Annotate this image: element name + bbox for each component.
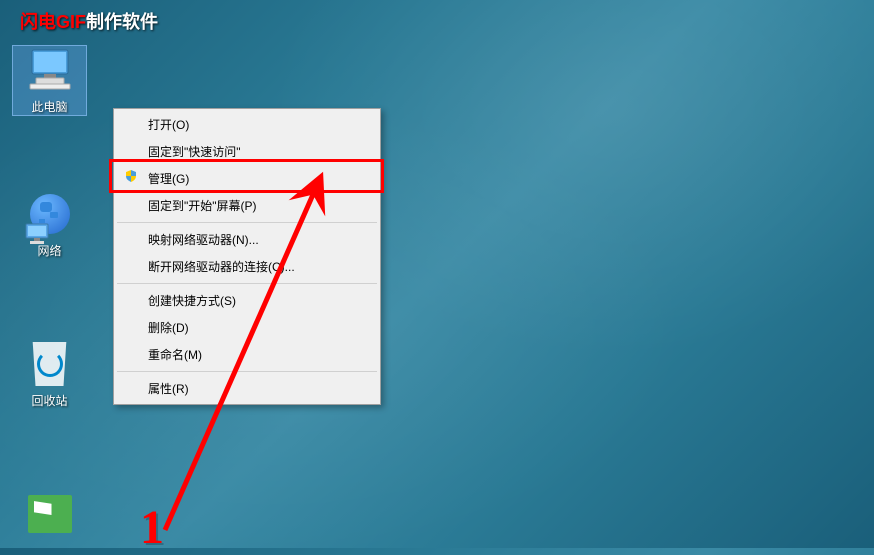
menu-item-disconnect-network-drive[interactable]: 断开网络驱动器的连接(C)... bbox=[116, 253, 378, 280]
desktop-icon-this-pc[interactable]: 此电脑 bbox=[12, 45, 87, 116]
menu-item-manage[interactable]: 管理(G) bbox=[116, 165, 378, 192]
menu-item-label: 创建快捷方式(S) bbox=[148, 294, 236, 308]
computer-icon bbox=[26, 46, 74, 94]
context-menu: 打开(O) 固定到"快速访问" 管理(G) 固定到"开始"屏幕(P) 映射网络驱… bbox=[113, 108, 381, 405]
menu-item-label: 断开网络驱动器的连接(C)... bbox=[148, 260, 295, 274]
menu-item-properties[interactable]: 属性(R) bbox=[116, 375, 378, 402]
menu-item-label: 重命名(M) bbox=[148, 348, 202, 362]
menu-item-label: 固定到"开始"屏幕(P) bbox=[148, 199, 257, 213]
menu-item-rename[interactable]: 重命名(M) bbox=[116, 341, 378, 368]
menu-item-open[interactable]: 打开(O) bbox=[116, 111, 378, 138]
menu-separator bbox=[117, 371, 377, 372]
desktop-icon-label: 此电脑 bbox=[13, 98, 86, 115]
shield-icon bbox=[124, 169, 138, 183]
menu-item-label: 属性(R) bbox=[148, 382, 189, 396]
desktop-icon-app[interactable] bbox=[12, 490, 87, 542]
app-icon bbox=[26, 490, 74, 538]
desktop-icon-network[interactable]: 网络 bbox=[12, 190, 87, 259]
menu-item-pin-start[interactable]: 固定到"开始"屏幕(P) bbox=[116, 192, 378, 219]
menu-separator bbox=[117, 283, 377, 284]
desktop-icon-label: 回收站 bbox=[12, 392, 87, 409]
menu-item-label: 删除(D) bbox=[148, 321, 189, 335]
desktop-icon-recycle-bin[interactable]: 回收站 bbox=[12, 340, 87, 409]
menu-item-label: 固定到"快速访问" bbox=[148, 145, 241, 159]
menu-item-label: 映射网络驱动器(N)... bbox=[148, 233, 259, 247]
menu-item-label: 管理(G) bbox=[148, 172, 189, 186]
menu-item-create-shortcut[interactable]: 创建快捷方式(S) bbox=[116, 287, 378, 314]
watermark-part2: 制作软件 bbox=[86, 12, 158, 32]
menu-item-map-network-drive[interactable]: 映射网络驱动器(N)... bbox=[116, 226, 378, 253]
menu-item-label: 打开(O) bbox=[148, 118, 189, 132]
annotation-step-number: 1 bbox=[140, 500, 164, 555]
menu-item-delete[interactable]: 删除(D) bbox=[116, 314, 378, 341]
menu-item-pin-quick-access[interactable]: 固定到"快速访问" bbox=[116, 138, 378, 165]
menu-separator bbox=[117, 222, 377, 223]
watermark-part1: 闪电GIF bbox=[20, 12, 86, 32]
recycle-bin-icon bbox=[26, 340, 74, 388]
network-icon bbox=[26, 190, 74, 238]
watermark-text: 闪电GIF制作软件 bbox=[20, 8, 158, 34]
